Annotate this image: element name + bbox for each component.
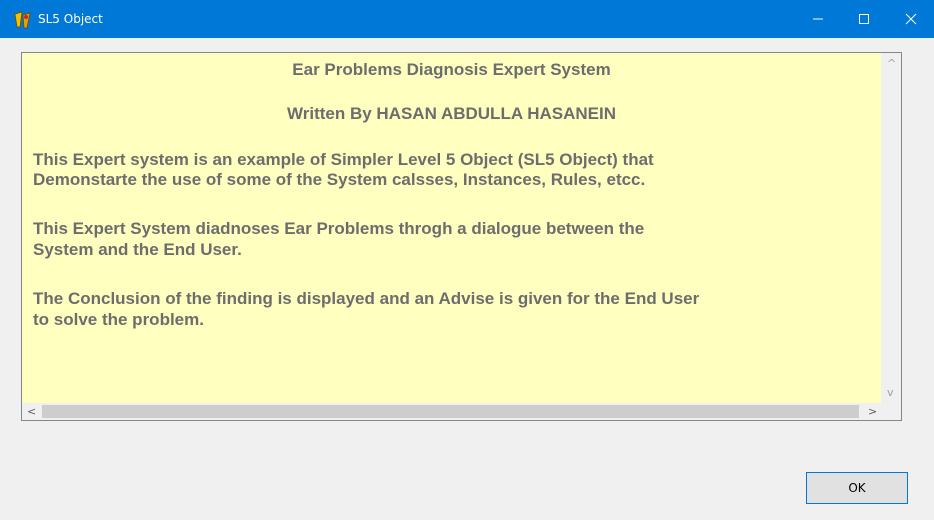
horizontal-scrollbar[interactable]: < > xyxy=(22,403,881,420)
close-icon xyxy=(905,13,917,25)
app-icon xyxy=(14,11,31,29)
maximize-icon xyxy=(859,14,869,24)
maximize-button[interactable] xyxy=(841,0,887,38)
scrollbar-corner xyxy=(881,403,901,420)
description-text-area[interactable]: Ear Problems Diagnosis Expert System Wri… xyxy=(22,53,881,403)
vertical-scrollbar[interactable]: ^ v xyxy=(881,53,901,403)
title-bar[interactable]: SL5 Object xyxy=(0,0,934,38)
scroll-right-arrow-icon[interactable]: > xyxy=(868,405,877,418)
minimize-button[interactable] xyxy=(795,0,841,38)
heading-text: Ear Problems Diagnosis Expert System xyxy=(292,60,611,79)
horizontal-scroll-thumb[interactable] xyxy=(42,405,859,418)
window-title: SL5 Object xyxy=(38,12,103,26)
paragraph-1-line-2: Demonstarte the use of some of the Syste… xyxy=(33,170,646,189)
scroll-up-arrow-icon[interactable]: ^ xyxy=(887,57,896,70)
paragraph-3-line-2: to solve the problem. xyxy=(33,310,204,329)
close-button[interactable] xyxy=(888,0,934,38)
scroll-down-arrow-icon[interactable]: v xyxy=(887,386,894,399)
minimize-icon xyxy=(813,18,823,20)
ok-button[interactable]: OK xyxy=(806,472,908,504)
paragraph-2-line-1: This Expert System diadnoses Ear Problem… xyxy=(33,219,645,238)
scroll-left-arrow-icon[interactable]: < xyxy=(27,405,36,418)
paragraph-2-line-2: System and the End User. xyxy=(33,240,242,259)
paragraph-3-line-1: The Conclusion of the finding is display… xyxy=(33,289,700,308)
author-text: Written By HASAN ABDULLA HASANEIN xyxy=(287,104,616,123)
paragraph-1-line-1: This Expert system is an example of Simp… xyxy=(33,150,654,169)
description-panel[interactable]: Ear Problems Diagnosis Expert System Wri… xyxy=(21,52,902,421)
